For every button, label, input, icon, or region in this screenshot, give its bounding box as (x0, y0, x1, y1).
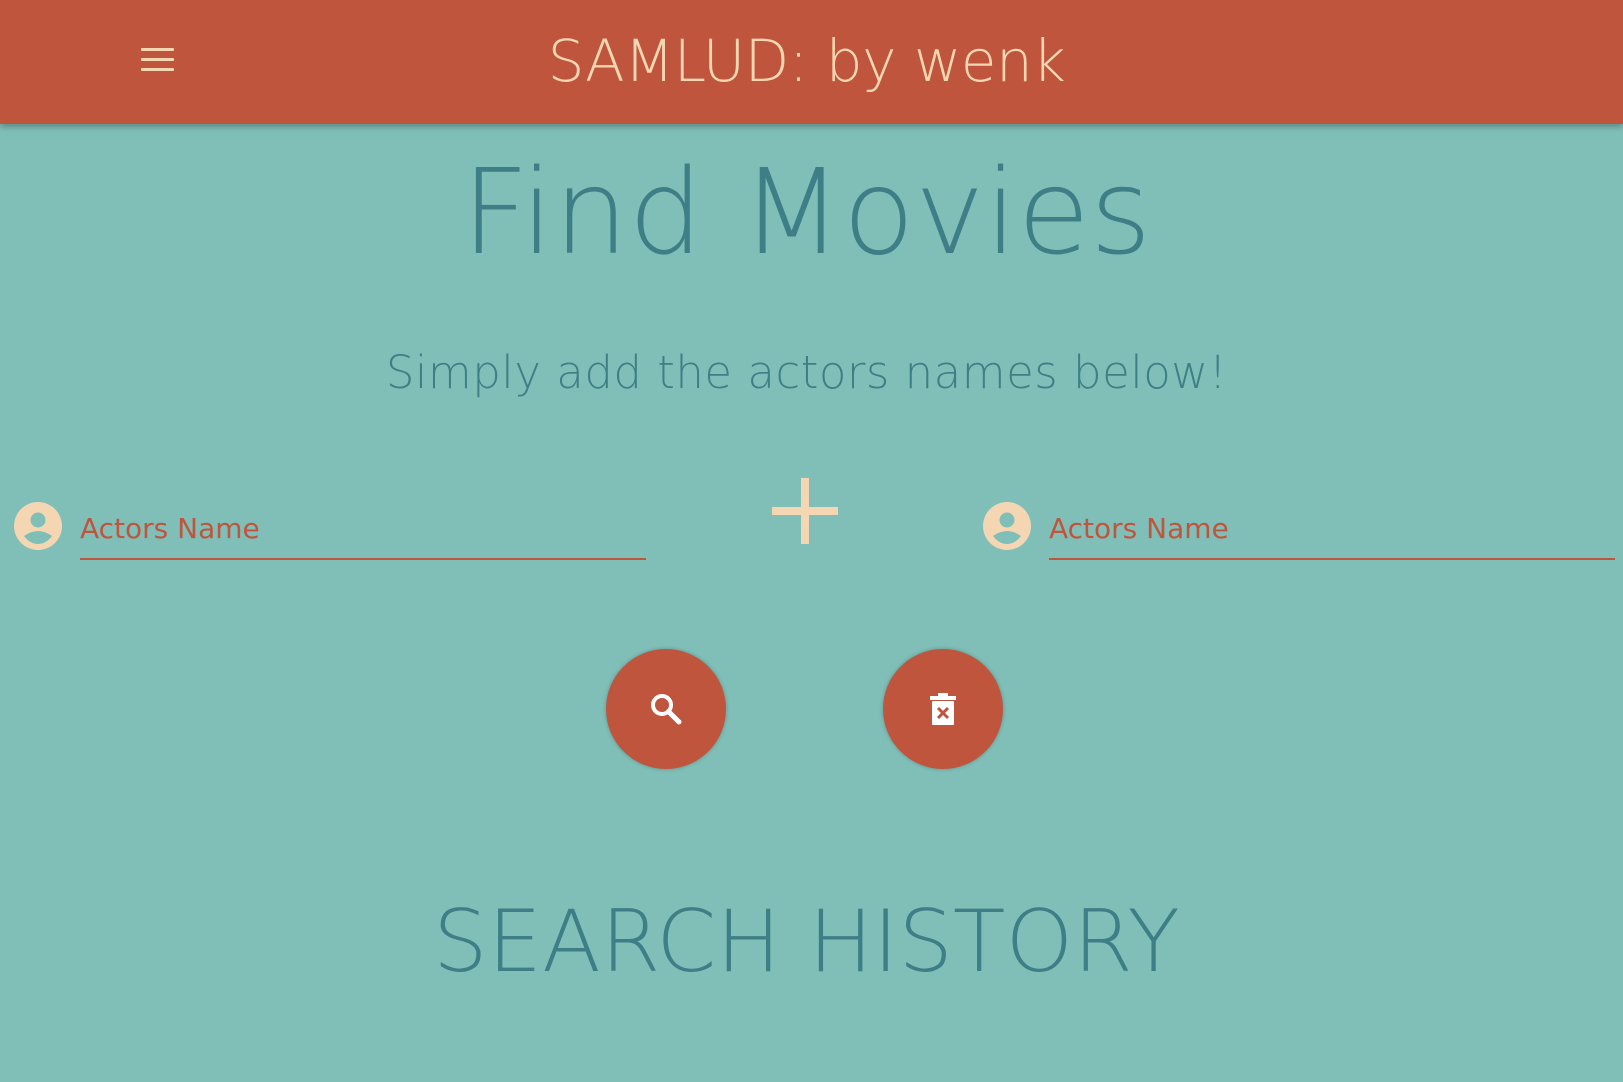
person-icon (983, 502, 1031, 550)
person-icon (14, 502, 62, 550)
page-title: Find Movies (461, 143, 1152, 281)
trash-x-icon (930, 693, 956, 725)
actor-name-input-2[interactable] (1049, 498, 1615, 560)
search-icon (651, 694, 682, 725)
plus-icon (772, 478, 838, 544)
app-header: SAMLUD: by wenk (0, 0, 1623, 124)
actor-field-1 (14, 498, 654, 570)
search-button[interactable] (606, 649, 726, 769)
search-history-title: SEARCH HISTORY (433, 892, 1180, 992)
app-title: SAMLUD: by wenk (547, 27, 1066, 95)
clear-button[interactable] (883, 649, 1003, 769)
actor-name-input-1[interactable] (80, 498, 646, 560)
actor-field-2 (983, 498, 1623, 570)
page-subtitle: Simply add the actors names below! (385, 346, 1228, 399)
